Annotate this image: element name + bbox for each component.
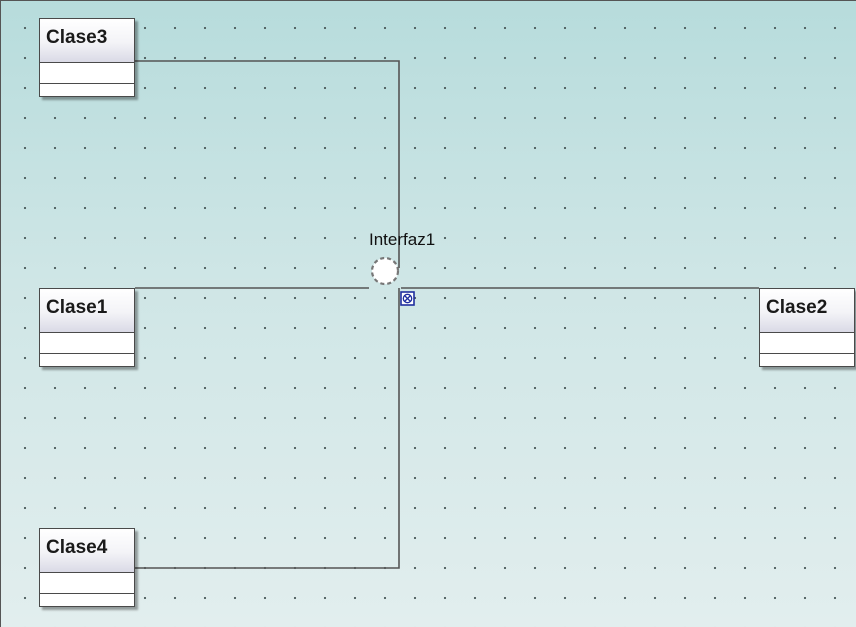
class-name: Clase4 [40, 529, 134, 573]
connector-clase4[interactable] [135, 288, 400, 569]
class-name: Clase2 [760, 289, 854, 333]
class-clase1[interactable]: Clase1 [39, 288, 135, 367]
operations-compartment[interactable] [40, 84, 134, 96]
connector-clase3[interactable] [135, 60, 400, 268]
interface-lollipop-icon[interactable] [367, 255, 407, 295]
operations-compartment[interactable] [760, 354, 854, 366]
attributes-compartment[interactable] [40, 63, 134, 84]
class-clase3[interactable]: Clase3 [39, 18, 135, 97]
attributes-compartment[interactable] [760, 333, 854, 354]
selection-handle-icon[interactable] [400, 291, 416, 307]
class-clase2[interactable]: Clase2 [759, 288, 855, 367]
class-name: Clase1 [40, 289, 134, 333]
class-name: Clase3 [40, 19, 134, 63]
class-clase4[interactable]: Clase4 [39, 528, 135, 607]
diagram-canvas[interactable]: Clase3 Clase1 Clase2 Clase4 Interfaz1 [0, 0, 856, 627]
attributes-compartment[interactable] [40, 573, 134, 594]
operations-compartment[interactable] [40, 354, 134, 366]
interface-label[interactable]: Interfaz1 [369, 230, 435, 250]
attributes-compartment[interactable] [40, 333, 134, 354]
operations-compartment[interactable] [40, 594, 134, 606]
